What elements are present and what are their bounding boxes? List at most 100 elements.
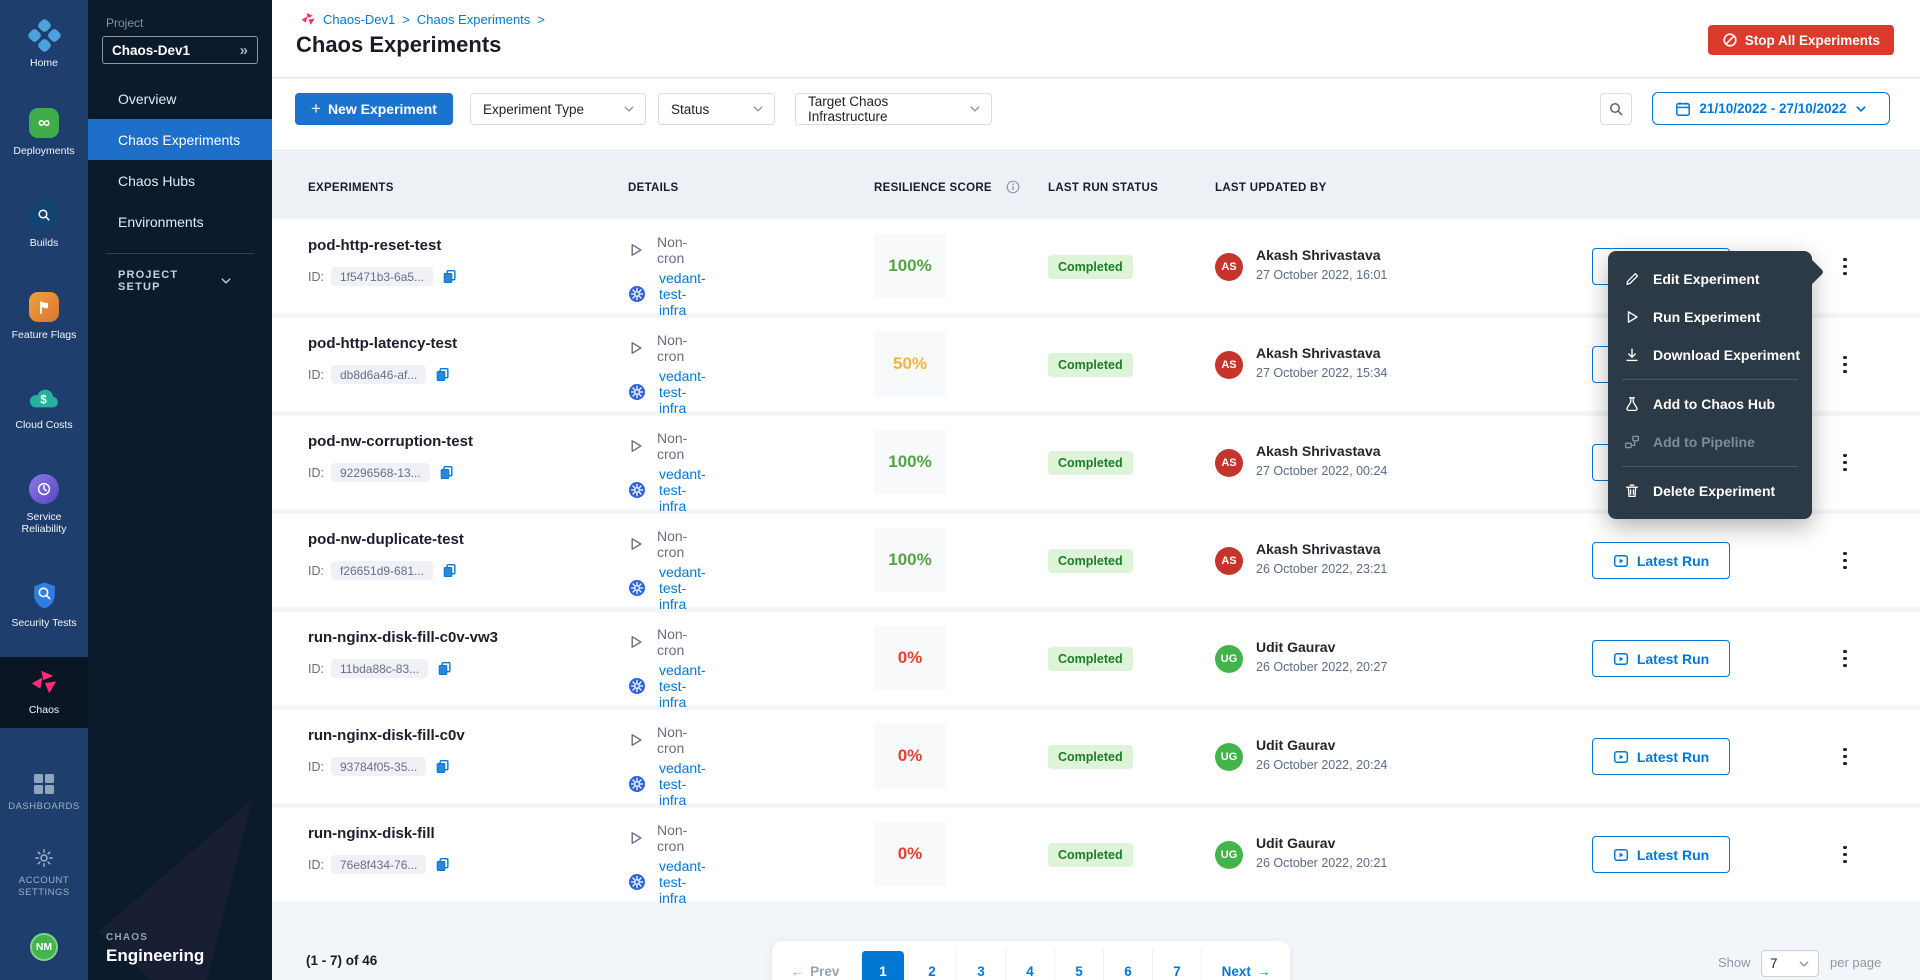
page-button-5[interactable]: 5 (1054, 948, 1103, 980)
date-range-picker[interactable]: 21/10/2022 - 27/10/2022 (1652, 92, 1890, 125)
pagination: (1 - 7) of 46 Prev1234567Next Show 7 per… (272, 941, 1920, 980)
infrastructure-link[interactable]: vedant-test-infra (659, 368, 706, 416)
new-experiment-button[interactable]: New Experiment (295, 93, 453, 125)
rail-item-chaos[interactable]: Chaos (0, 657, 88, 728)
copy-id-icon[interactable] (435, 759, 451, 775)
user-avatar[interactable]: NM (30, 933, 58, 961)
breadcrumb-project[interactable]: Chaos-Dev1 (323, 12, 395, 27)
page-size-select[interactable]: 7 (1761, 950, 1819, 977)
updated-at: 27 October 2022, 00:24 (1256, 464, 1387, 478)
row-menu-kebab[interactable] (1832, 250, 1858, 283)
copy-id-icon[interactable] (437, 661, 453, 677)
chevron-down-icon (752, 103, 764, 115)
settings-icon (0, 846, 88, 870)
filter-target-infrastructure[interactable]: Target Chaos Infrastructure (795, 93, 992, 125)
breadcrumb-page[interactable]: Chaos Experiments (417, 12, 530, 27)
chevron-down-icon (1855, 103, 1867, 115)
resilience-score: 0% (874, 724, 946, 788)
project-setup-toggle[interactable]: PROJECT SETUP (88, 266, 272, 296)
page-button-6[interactable]: 6 (1103, 948, 1152, 980)
infrastructure-link[interactable]: vedant-test-infra (659, 858, 706, 906)
rail-item-feature-flags[interactable]: Feature Flags (0, 291, 88, 341)
rail-item-security-tests[interactable]: Security Tests (0, 579, 88, 629)
experiment-name-link[interactable]: run-nginx-disk-fill (308, 825, 451, 842)
infrastructure-link[interactable]: vedant-test-infra (659, 662, 706, 710)
filter-status[interactable]: Status (658, 93, 775, 125)
menu-item-add-to-chaos-hub[interactable]: Add to Chaos Hub (1608, 385, 1812, 423)
sidebar-item-environments[interactable]: Environments (88, 201, 272, 242)
breadcrumb: Chaos-Dev1 Chaos Experiments (300, 11, 545, 27)
latest-run-button[interactable]: Latest Run (1592, 738, 1730, 775)
row-menu-kebab[interactable] (1832, 544, 1858, 577)
page-button-7[interactable]: 7 (1152, 948, 1201, 980)
copy-id-icon[interactable] (435, 367, 451, 383)
copy-id-icon[interactable] (439, 465, 455, 481)
page-button-3[interactable]: 3 (956, 948, 1005, 980)
experiment-id: ID: f26651d9-681... (308, 561, 464, 580)
latest-run-button[interactable]: Latest Run (1592, 836, 1730, 873)
row-menu-kebab[interactable] (1832, 446, 1858, 479)
rail-item-service-reliability[interactable]: Service Reliability (0, 473, 88, 535)
project-selector[interactable]: Chaos-Dev1 » (102, 36, 258, 64)
play-run-icon (1613, 553, 1629, 569)
rail-item-deployments[interactable]: ∞Deployments (0, 107, 88, 157)
sidebar-item-chaos-experiments[interactable]: Chaos Experiments (88, 119, 272, 160)
calendar-icon (1675, 101, 1691, 117)
row-menu-kebab[interactable] (1832, 348, 1858, 381)
service-reliability-icon (0, 473, 88, 505)
updated-at: 26 October 2022, 23:21 (1256, 562, 1387, 576)
show-label: Show (1718, 955, 1751, 970)
row-menu-kebab[interactable] (1832, 838, 1858, 871)
menu-item-delete-experiment[interactable]: Delete Experiment (1608, 472, 1812, 510)
stop-all-experiments-button[interactable]: Stop All Experiments (1708, 25, 1894, 55)
pager: Prev1234567Next (772, 941, 1290, 980)
page-button-1[interactable]: 1 (861, 951, 904, 980)
copy-id-icon[interactable] (442, 269, 458, 285)
next-page-button[interactable]: Next (1201, 948, 1290, 980)
updated-by-name: Akash Shrivastava (1256, 541, 1381, 557)
copy-id-icon[interactable] (435, 857, 451, 873)
latest-run-button[interactable]: Latest Run (1592, 542, 1730, 579)
experiment-name-link[interactable]: pod-http-reset-test (308, 237, 458, 254)
experiment-name-link[interactable]: pod-nw-corruption-test (308, 433, 473, 450)
chevron-down-icon (220, 275, 232, 287)
avatar: AS (1215, 449, 1243, 477)
sidebar-item-overview[interactable]: Overview (88, 78, 272, 119)
menu-item-edit-experiment[interactable]: Edit Experiment (1608, 260, 1812, 298)
experiment-name-link[interactable]: pod-nw-duplicate-test (308, 531, 464, 548)
updated-by-name: Akash Shrivastava (1256, 345, 1381, 361)
last-run-status-badge: Completed (1048, 255, 1133, 279)
copy-id-icon[interactable] (442, 563, 458, 579)
rail-item-cloud-costs[interactable]: $Cloud Costs (0, 381, 88, 431)
infrastructure-link[interactable]: vedant-test-infra (659, 466, 706, 514)
breadcrumb-separator (402, 12, 410, 27)
schedule-type: Non-cron (657, 822, 687, 854)
menu-item-download-experiment[interactable]: Download Experiment (1608, 336, 1812, 374)
search-button[interactable] (1600, 93, 1632, 125)
experiment-name-link[interactable]: pod-http-latency-test (308, 335, 457, 352)
experiment-name-link[interactable]: run-nginx-disk-fill-c0v (308, 727, 465, 744)
filter-experiment-type[interactable]: Experiment Type (470, 93, 646, 125)
rail-item-account-settings[interactable]: ACCOUNT SETTINGS (0, 846, 88, 899)
row-menu-kebab[interactable] (1832, 740, 1858, 773)
row-menu-kebab[interactable] (1832, 642, 1858, 675)
updated-by-name: Udit Gaurav (1256, 737, 1335, 753)
infrastructure-link[interactable]: vedant-test-infra (659, 564, 706, 612)
prev-page-button[interactable]: Prev (772, 948, 858, 980)
infrastructure-link[interactable]: vedant-test-infra (659, 270, 706, 318)
rail-item-home[interactable]: Home (0, 19, 88, 69)
updated-by-name: Udit Gaurav (1256, 835, 1335, 851)
resilience-score-info-icon[interactable] (1006, 180, 1020, 194)
experiment-id-value: 76e8f434-76... (331, 855, 426, 874)
rail-item-builds[interactable]: Builds (0, 199, 88, 249)
latest-run-button[interactable]: Latest Run (1592, 640, 1730, 677)
page-button-4[interactable]: 4 (1005, 948, 1054, 980)
sidebar-item-chaos-hubs[interactable]: Chaos Hubs (88, 160, 272, 201)
rail-item-dashboards[interactable]: DASHBOARDS (0, 772, 88, 813)
kubernetes-icon (628, 873, 646, 891)
page-button-2[interactable]: 2 (907, 948, 956, 980)
infrastructure-link[interactable]: vedant-test-infra (659, 760, 706, 808)
experiment-name-link[interactable]: run-nginx-disk-fill-c0v-vw3 (308, 629, 498, 646)
updated-at: 26 October 2022, 20:27 (1256, 660, 1387, 674)
menu-item-run-experiment[interactable]: Run Experiment (1608, 298, 1812, 336)
